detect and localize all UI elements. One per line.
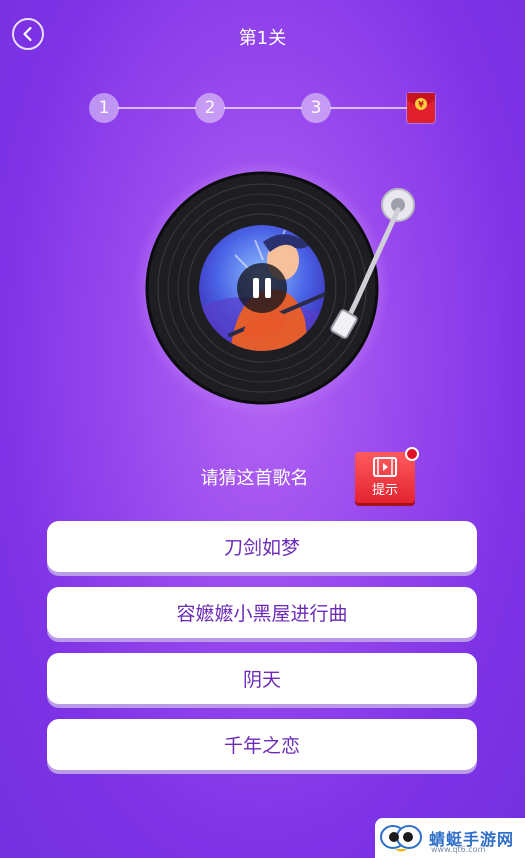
dragonfly-logo-icon	[380, 825, 422, 852]
level-progress: 1 2 3 ¥	[0, 0, 525, 140]
video-icon	[373, 457, 397, 477]
answer-option-3[interactable]: 阴天	[47, 653, 477, 704]
answer-option-1[interactable]: 刀剑如梦	[47, 521, 477, 572]
pause-icon	[265, 278, 271, 298]
answer-option-2[interactable]: 容嬷嬷小黑屋进行曲	[47, 587, 477, 638]
coin-icon: ¥	[415, 98, 427, 110]
answer-option-4[interactable]: 千年之恋	[47, 719, 477, 770]
progress-line	[118, 107, 196, 109]
hint-label: 提示	[371, 483, 398, 498]
progress-step-2: 2	[195, 93, 225, 123]
pause-icon	[253, 278, 259, 298]
progress-step-1: 1	[89, 93, 119, 123]
red-envelope-icon[interactable]: ¥	[407, 93, 435, 123]
progress-line	[224, 107, 302, 109]
hint-button[interactable]: 提示	[355, 447, 419, 503]
watermark: 蜻蜓手游网 www.qt6.com	[375, 818, 525, 858]
prompt-text: 请猜这首歌名	[200, 468, 309, 489]
question-prompt: 请猜这首歌名	[0, 464, 525, 490]
record-player[interactable]	[135, 160, 425, 430]
progress-step-3: 3	[301, 93, 331, 123]
pause-button[interactable]	[237, 263, 287, 313]
notification-dot	[405, 447, 419, 461]
watermark-url: www.qt6.com	[431, 845, 486, 854]
progress-line	[330, 107, 408, 109]
